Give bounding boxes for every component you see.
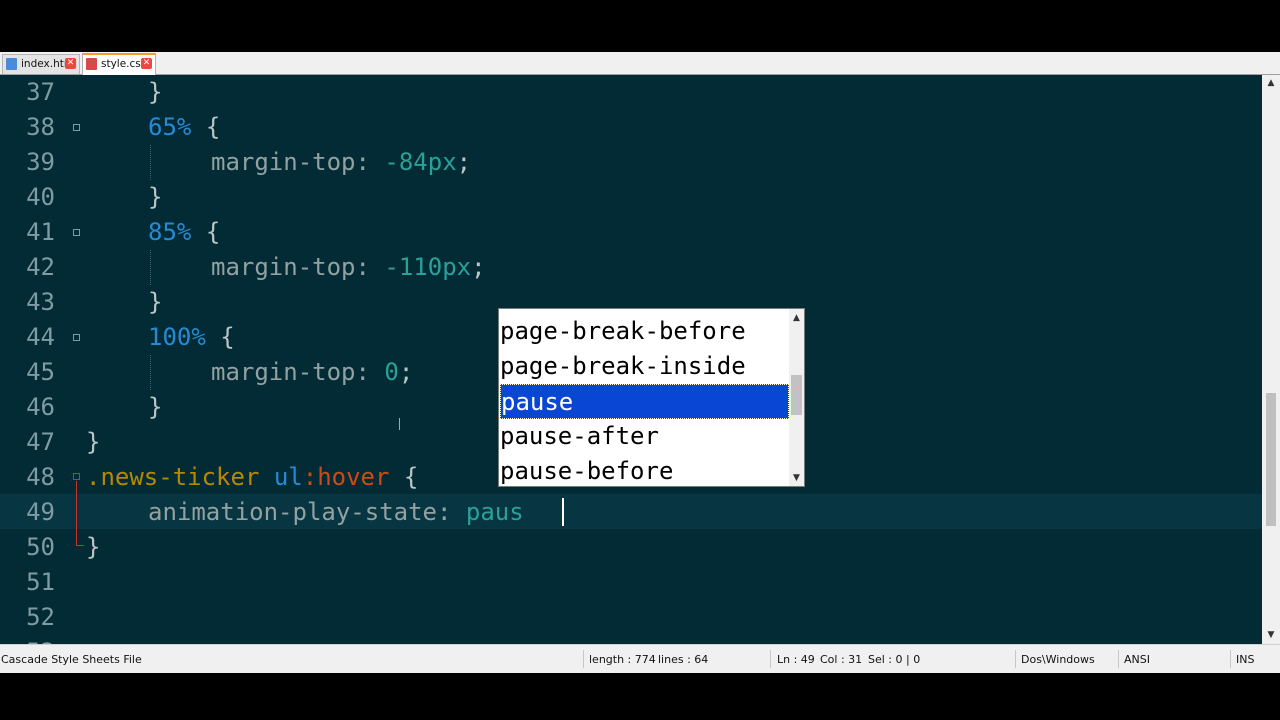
- css-file-icon: [86, 58, 97, 70]
- scroll-up-arrow-icon[interactable]: ▲: [1262, 78, 1280, 88]
- code-text: 100% {: [148, 323, 235, 351]
- status-divider: [1230, 650, 1231, 668]
- line-number: 44: [26, 323, 55, 351]
- code-line: 39 margin-top: -84px;: [0, 145, 1262, 180]
- line-number: 43: [26, 288, 55, 316]
- code-line: 53: [0, 635, 1262, 644]
- code-text: 65% {: [148, 113, 221, 141]
- status-divider: [583, 650, 584, 668]
- scroll-up-arrow-icon[interactable]: ▲: [789, 313, 804, 323]
- code-text: margin-top: -84px;: [211, 148, 472, 176]
- tab-bar: index.html ✕ style.css ✕: [0, 52, 1280, 75]
- code-line: 41 85% {: [0, 215, 1262, 250]
- line-number: 51: [26, 568, 55, 596]
- tab-index-html[interactable]: index.html ✕: [2, 54, 80, 74]
- scroll-down-arrow-icon[interactable]: ▼: [1262, 630, 1280, 640]
- code-line: 40 }: [0, 180, 1262, 215]
- code-text: }: [148, 288, 163, 316]
- autocomplete-option[interactable]: pause-before: [500, 454, 789, 489]
- code-text: animation-play-state: paus: [148, 498, 524, 526]
- status-line-number: Ln : 49: [777, 653, 815, 666]
- line-number: 42: [26, 253, 55, 281]
- status-bar: Cascade Style Sheets File length : 774 l…: [0, 644, 1280, 673]
- code-line: 37 }: [0, 75, 1262, 110]
- code-text: }: [86, 428, 101, 456]
- line-number: 40: [26, 183, 55, 211]
- editor-vertical-scrollbar[interactable]: ▲ ▼: [1262, 75, 1280, 644]
- autocomplete-option[interactable]: page-break-inside: [500, 349, 789, 384]
- autocomplete-option[interactable]: page-break-before: [500, 314, 789, 349]
- code-text: 85% {: [148, 218, 221, 246]
- tab-style-css[interactable]: style.css ✕: [82, 53, 156, 75]
- line-number: 39: [26, 148, 55, 176]
- status-divider: [1015, 650, 1016, 668]
- mouse-cursor-icon: [399, 418, 400, 430]
- code-line: 38 65% {: [0, 110, 1262, 145]
- autocomplete-option-selected[interactable]: pause: [500, 384, 789, 419]
- code-line: 50 }: [0, 530, 1262, 565]
- line-number: 48: [26, 463, 55, 491]
- line-number: 41: [26, 218, 55, 246]
- status-file-type: Cascade Style Sheets File: [1, 653, 142, 666]
- status-eol-format[interactable]: Dos\Windows: [1021, 653, 1095, 666]
- status-length: length : 774: [589, 653, 656, 666]
- code-text: }: [148, 183, 163, 211]
- tab-label: style.css: [101, 58, 147, 70]
- close-icon[interactable]: ✕: [141, 58, 152, 69]
- line-number: 53: [0, 635, 55, 644]
- code-line: 51: [0, 565, 1262, 600]
- line-number: 38: [26, 113, 55, 141]
- line-number: 45: [26, 358, 55, 386]
- line-number: 47: [26, 428, 55, 456]
- code-text: }: [86, 533, 101, 561]
- status-encoding[interactable]: ANSI: [1124, 653, 1150, 666]
- code-line-current: 49 animation-play-state: paus: [0, 495, 1262, 530]
- status-column: Col : 31: [820, 653, 863, 666]
- close-icon[interactable]: ✕: [65, 58, 76, 69]
- code-text: }: [148, 78, 163, 106]
- status-divider: [1118, 650, 1119, 668]
- status-insert-mode[interactable]: INS: [1236, 653, 1254, 666]
- scrollbar-thumb[interactable]: [791, 375, 802, 415]
- line-number: 50: [26, 533, 55, 561]
- code-line: 42 margin-top: -110px;: [0, 250, 1262, 285]
- code-text: margin-top: -110px;: [211, 253, 486, 281]
- status-lines: lines : 64: [658, 653, 709, 666]
- code-text: }: [148, 393, 163, 421]
- code-line: 52: [0, 600, 1262, 635]
- scrollbar-thumb[interactable]: [1266, 393, 1276, 526]
- line-number: 46: [26, 393, 55, 421]
- line-number: 49: [26, 498, 55, 526]
- code-text: .news-ticker ul:hover {: [86, 463, 419, 491]
- autocomplete-option[interactable]: pause-after: [500, 419, 789, 454]
- line-number: 37: [26, 78, 55, 106]
- status-divider: [770, 650, 771, 668]
- autocomplete-scrollbar[interactable]: ▲ ▼: [789, 309, 804, 486]
- code-text: margin-top: 0;: [211, 358, 414, 386]
- scroll-down-arrow-icon[interactable]: ▼: [789, 473, 804, 483]
- html-file-icon: [6, 58, 17, 70]
- status-selection: Sel : 0 | 0: [868, 653, 921, 666]
- autocomplete-popup: page-break-before page-break-inside paus…: [498, 308, 805, 487]
- text-caret: [562, 498, 564, 526]
- line-number: 52: [26, 603, 55, 631]
